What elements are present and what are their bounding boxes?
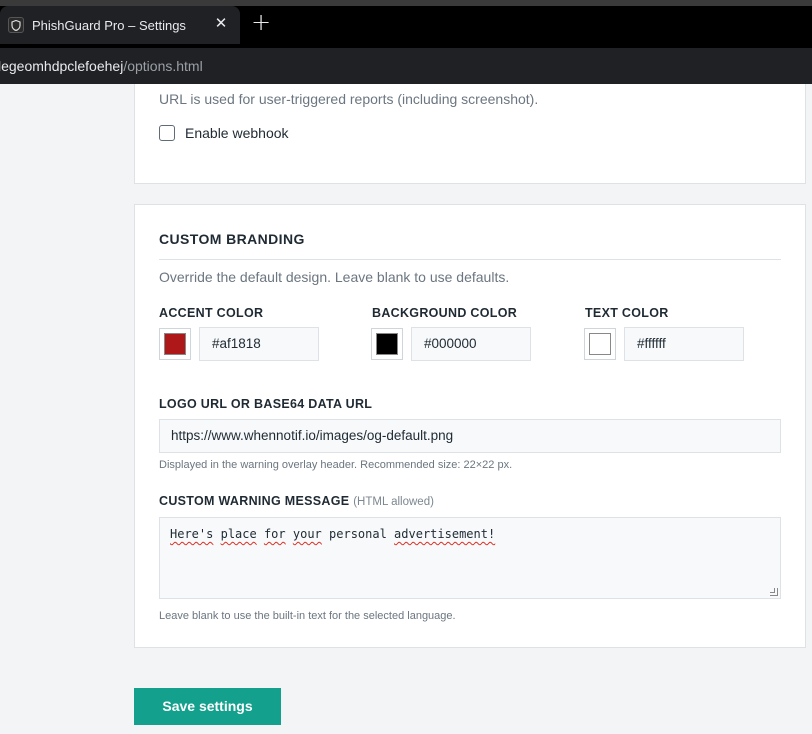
background-color-swatch xyxy=(376,333,398,355)
accent-color-label: ACCENT COLOR xyxy=(159,306,264,320)
warning-word: Here's xyxy=(170,527,214,541)
custom-branding-card: CUSTOM BRANDING Override the default des… xyxy=(134,204,806,648)
section-title: CUSTOM BRANDING xyxy=(159,231,305,247)
webhook-description: URL is used for user-triggered reports (… xyxy=(159,91,539,107)
text-color-label: TEXT COLOR xyxy=(585,306,669,320)
background-color-label: BACKGROUND COLOR xyxy=(372,306,518,320)
custom-warning-textarea[interactable]: Here's place for your personal advertise… xyxy=(159,517,781,599)
accent-color-picker[interactable] xyxy=(159,328,191,360)
shield-icon xyxy=(8,17,24,33)
warning-word: your xyxy=(292,527,322,541)
logo-url-input[interactable]: https://www.whennotif.io/images/og-defau… xyxy=(159,419,781,453)
text-color-picker[interactable] xyxy=(584,328,616,360)
save-settings-button[interactable]: Save settings xyxy=(134,688,281,725)
branding-description: Override the default design. Leave blank… xyxy=(159,269,510,285)
close-tab-icon[interactable]: ✕ xyxy=(212,15,230,33)
warning-word: place xyxy=(220,527,257,541)
accent-color-input[interactable]: #af1818 xyxy=(199,327,319,361)
browser-tab[interactable]: PhishGuard Pro – Settings ✕ xyxy=(0,6,240,44)
enable-webhook-label[interactable]: Enable webhook xyxy=(185,125,289,141)
accent-color-swatch xyxy=(164,333,186,355)
warning-word: advertisement! xyxy=(394,527,496,541)
browser-tab-bar: PhishGuard Pro – Settings ✕ + xyxy=(0,0,812,48)
html-allowed-note: (HTML allowed) xyxy=(353,496,434,508)
custom-warning-hint: Leave blank to use the built-in text for… xyxy=(159,610,456,622)
address-bar[interactable]: legeomhdpclefoehej/options.html xyxy=(0,48,812,84)
background-color-input[interactable]: #000000 xyxy=(411,327,531,361)
enable-webhook-row[interactable]: Enable webhook xyxy=(159,125,289,141)
url-host: legeomhdpclefoehej xyxy=(0,58,124,74)
new-tab-button[interactable]: + xyxy=(250,10,272,34)
custom-warning-label: CUSTOM WARNING MESSAGE (HTML allowed) xyxy=(159,494,434,508)
divider xyxy=(159,259,781,260)
url-path: /options.html xyxy=(123,58,203,74)
resize-handle-icon[interactable] xyxy=(770,588,778,596)
text-color-input[interactable]: #ffffff xyxy=(624,327,744,361)
enable-webhook-checkbox[interactable] xyxy=(159,125,175,141)
logo-url-hint: Displayed in the warning overlay header.… xyxy=(159,459,513,471)
warning-word: for xyxy=(263,527,286,541)
background-color-picker[interactable] xyxy=(371,328,403,360)
tab-title: PhishGuard Pro – Settings xyxy=(32,17,186,33)
webhook-card: URL is used for user-triggered reports (… xyxy=(134,84,806,184)
logo-url-label: LOGO URL OR BASE64 DATA URL xyxy=(159,397,373,411)
warning-word: personal xyxy=(329,527,387,541)
text-color-swatch xyxy=(589,333,611,355)
custom-warning-label-text: CUSTOM WARNING MESSAGE xyxy=(159,494,350,508)
